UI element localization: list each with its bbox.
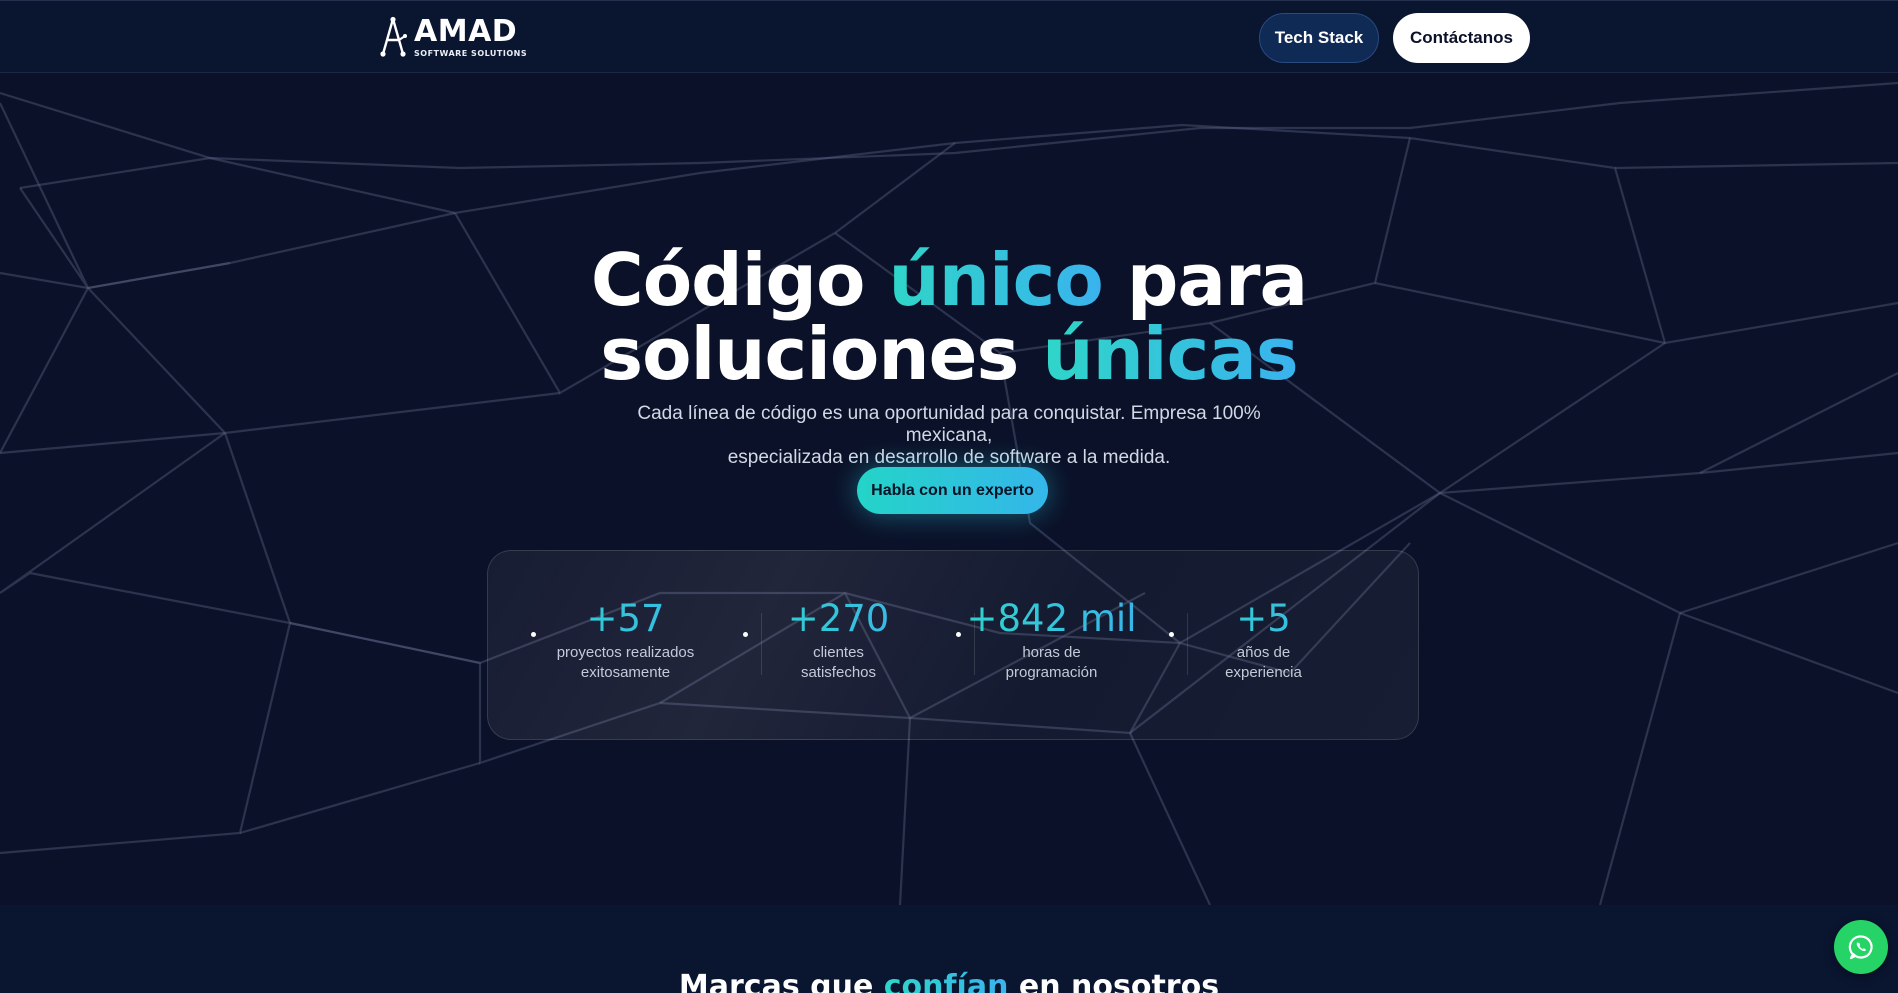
stat-label: años de experiencia <box>1157 643 1370 683</box>
hero-title-highlight: único <box>888 238 1103 322</box>
stats-panel: +57 proyectos realizados exitosamente +2… <box>487 550 1419 740</box>
stat-label-line: satisfechos <box>800 664 877 681</box>
stat-label-line: exitosamente <box>580 664 671 681</box>
stat-value: +5 <box>1157 597 1370 641</box>
top-navbar: AMAD SOFTWARE SOLUTIONS Tech Stack Contá… <box>0 0 1898 73</box>
stat-label-line: programación <box>1005 664 1098 681</box>
hero-section: Código único para soluciones únicas Cada… <box>0 73 1898 905</box>
hero-subtitle-line: Cada línea de código es una oportunidad … <box>637 403 1261 446</box>
logo-name: AMAD <box>414 13 518 49</box>
stat-projects: +57 proyectos realizados exitosamente <box>519 597 732 683</box>
amad-logo-icon <box>380 16 407 57</box>
stat-hours: +842 mil horas de programación <box>945 597 1158 683</box>
brands-title-part: Marcas que <box>678 969 884 993</box>
hero-title-highlight: únicas <box>1042 312 1298 396</box>
stat-label-line: años de <box>1236 644 1291 661</box>
stat-label-line: horas de <box>1022 644 1081 661</box>
logo-wordmark: AMAD SOFTWARE SOLUTIONS <box>414 13 528 58</box>
stat-label-line: clientes <box>813 644 864 661</box>
contact-button[interactable]: Contáctanos <box>1393 13 1530 63</box>
stat-clients: +270 clientes satisfechos <box>732 597 945 683</box>
stat-label-line: proyectos realizados <box>556 644 695 661</box>
stat-value: +842 mil <box>945 597 1158 641</box>
stat-value: +270 <box>732 597 945 641</box>
brands-section: Marcas que confían en nosotros <box>0 905 1898 993</box>
stat-label: horas de programación <box>945 643 1158 683</box>
logo-subtitle: SOFTWARE SOLUTIONS <box>414 48 528 58</box>
hero-title-part: Código <box>590 238 889 322</box>
hero-subtitle-line: especializada en desarrollo de software … <box>727 447 1171 468</box>
whatsapp-icon <box>1848 935 1873 960</box>
talk-to-expert-button[interactable]: Habla con un experto <box>857 467 1048 514</box>
brands-title: Marcas que confían en nosotros <box>449 969 1449 993</box>
stat-label-line: experiencia <box>1225 664 1302 681</box>
stat-label: clientes satisfechos <box>732 643 945 683</box>
stat-label: proyectos realizados exitosamente <box>519 643 732 683</box>
whatsapp-button[interactable] <box>1834 920 1888 974</box>
hero-title-part: soluciones <box>600 312 1043 396</box>
stat-years: +5 años de experiencia <box>1157 597 1370 683</box>
hero-title-part: para <box>1102 238 1308 322</box>
brands-title-part: en nosotros <box>1008 969 1220 993</box>
hero-subtitle: Cada línea de código es una oportunidad … <box>599 403 1299 469</box>
brands-title-highlight: confían <box>884 969 1009 993</box>
hero-title: Código único para soluciones únicas <box>449 243 1449 391</box>
brand-logo[interactable]: AMAD SOFTWARE SOLUTIONS <box>378 15 527 59</box>
tech-stack-button[interactable]: Tech Stack <box>1259 13 1379 63</box>
stat-value: +57 <box>519 597 732 641</box>
